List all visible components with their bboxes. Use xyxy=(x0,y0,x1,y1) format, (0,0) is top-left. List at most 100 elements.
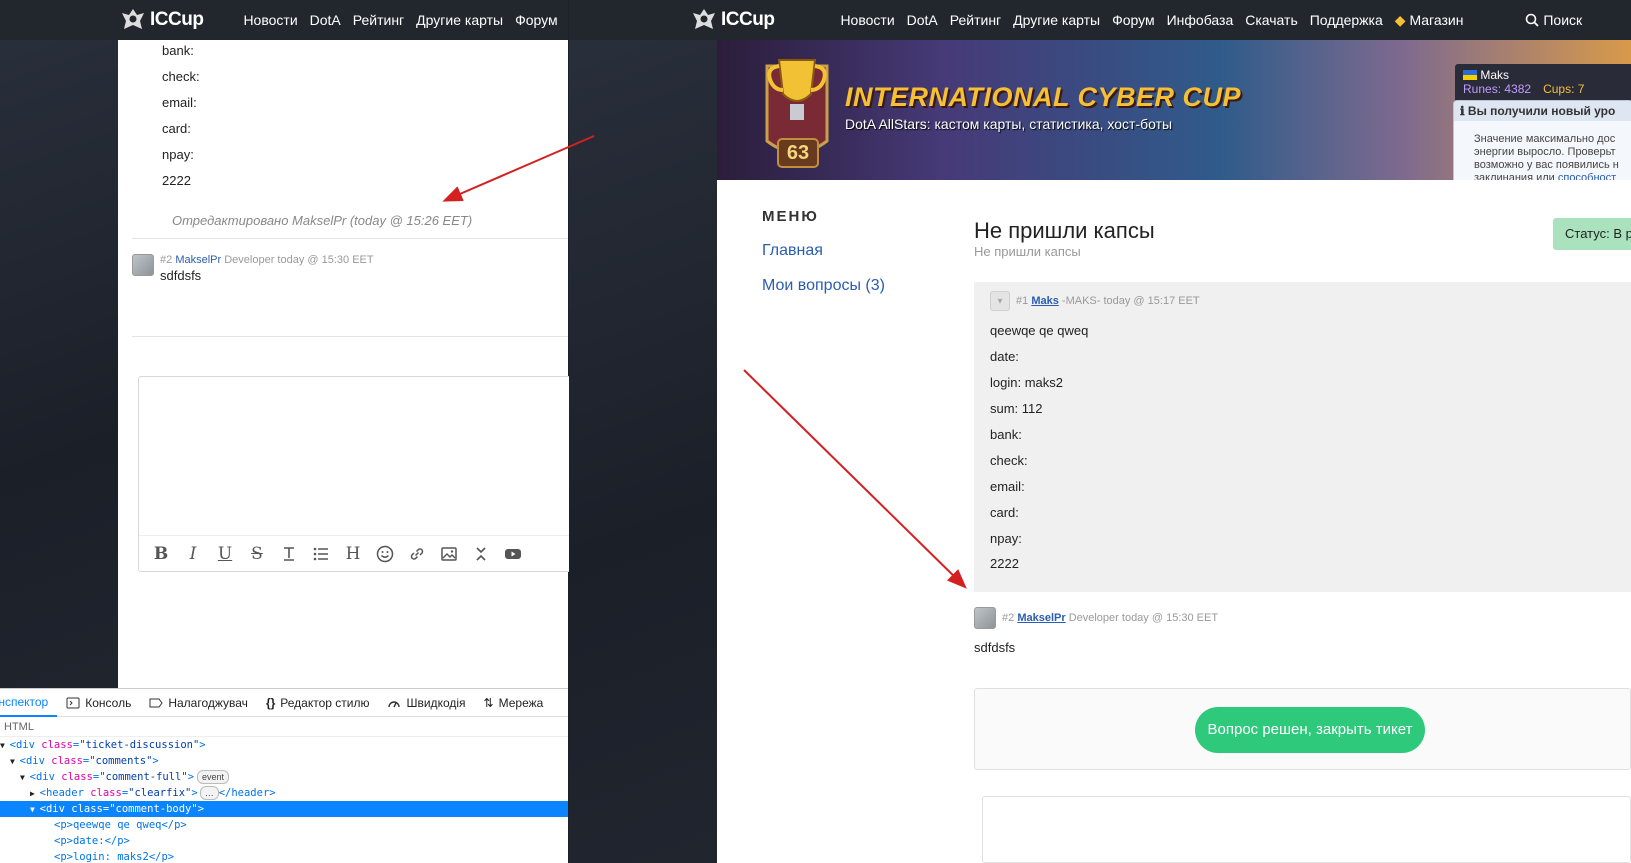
collapse-icon[interactable]: ▼ xyxy=(20,773,30,782)
avatar[interactable]: ▾ xyxy=(990,291,1010,311)
dom-tree-node[interactable]: ▶ <header class="clearfix">… </header> xyxy=(0,785,568,801)
notification-title: Вы получили новый уро xyxy=(1467,104,1616,118)
info-icon: ℹ xyxy=(1460,104,1465,118)
nav-rating[interactable]: Рейтинг xyxy=(353,12,404,28)
nav-forum[interactable]: Форум xyxy=(515,12,558,28)
comment-line: email: xyxy=(162,95,197,110)
tab-debugger[interactable]: Налагоджувач xyxy=(140,689,257,717)
close-ticket-button[interactable]: Вопрос решен, закрыть тикет xyxy=(1195,707,1425,753)
youtube-icon[interactable] xyxy=(497,540,529,568)
console-icon xyxy=(66,697,80,708)
comment-meta: #1 Maks -MAKS- today @ 15:17 EET xyxy=(1016,295,1200,307)
menu-item-home[interactable]: Главная xyxy=(762,242,823,260)
nav-dota[interactable]: DotA xyxy=(310,12,341,28)
coins-icon: ◆ xyxy=(1394,11,1406,28)
comment-line: npay: xyxy=(162,147,194,162)
comment-clan: -MAKS- xyxy=(1061,295,1101,307)
comment-line: 2222 xyxy=(162,173,191,188)
nav-dota[interactable]: DotA xyxy=(907,12,938,28)
close-ticket-box: Вопрос решен, закрыть тикет xyxy=(974,688,1631,770)
ellipsis-badge[interactable]: … xyxy=(199,786,219,800)
list-icon[interactable] xyxy=(305,540,337,568)
cups-count: Cups: 7 xyxy=(1543,82,1585,96)
collapse-icon[interactable]: ▼ xyxy=(30,805,40,814)
dom-tree-node[interactable]: ▼ <div class="ticket-discussion"> xyxy=(0,737,568,753)
status-badge: Статус: В разр xyxy=(1553,218,1631,250)
nav-other-maps[interactable]: Другие карты xyxy=(1013,12,1100,28)
tab-inspector[interactable]: Інспектор xyxy=(0,689,58,717)
collapse-icon[interactable]: ▼ xyxy=(0,741,10,750)
link-icon[interactable] xyxy=(401,540,433,568)
dom-tree-node[interactable]: <p>login: maks2</p> xyxy=(0,849,568,863)
strikethrough-icon[interactable]: S xyxy=(241,540,273,568)
comment-line: login: maks2 xyxy=(990,375,1063,390)
divider xyxy=(132,336,568,337)
comment-author-link[interactable]: MakselPr xyxy=(175,254,221,266)
comment-line: bank: xyxy=(990,427,1022,442)
nav-forum[interactable]: Форум xyxy=(1112,12,1155,28)
dom-tree-node[interactable]: <p>date:</p> xyxy=(0,833,568,849)
nav-rating[interactable]: Рейтинг xyxy=(950,12,1001,28)
tab-network[interactable]: ⇅ Мережа xyxy=(475,689,553,717)
tab-console[interactable]: Консоль xyxy=(57,689,140,717)
ticket-card: bank: check: email: card: npay: 2222 Отр… xyxy=(118,40,578,688)
top-navbar: ICCup Новости DotA Рейтинг Другие карты … xyxy=(569,0,1631,40)
comment-line: 2222 xyxy=(990,556,1019,571)
dom-tree-node[interactable]: ▼ <div class="comment-full"> event xyxy=(0,769,568,785)
nav-infobase[interactable]: Инфобаза xyxy=(1167,12,1234,28)
edited-note: Отредактировано MakselPr (today @ 15:26 … xyxy=(172,213,473,228)
comment-author-link[interactable]: Maks xyxy=(1031,295,1059,307)
comment-line: sum: 112 xyxy=(990,401,1043,416)
level-badge: 63 xyxy=(777,138,819,168)
expand-icon[interactable]: ▶ xyxy=(30,789,40,798)
nav-news[interactable]: Новости xyxy=(243,12,297,28)
iccup-logo[interactable]: ICCup xyxy=(120,7,204,33)
comment-line: card: xyxy=(990,505,1019,520)
runes-count: Runes: 4382 xyxy=(1463,82,1532,96)
avatar[interactable] xyxy=(132,254,154,276)
collapse-icon[interactable] xyxy=(465,540,497,568)
tab-style-editor[interactable]: {} Редактор стилю xyxy=(257,689,379,717)
comment-line: date: xyxy=(990,349,1019,364)
ticket-title: Не пришли капсы xyxy=(974,218,1155,243)
comment-line: bank: xyxy=(162,43,194,58)
bold-icon[interactable]: B xyxy=(145,540,177,568)
notification-body: Значение максимально дос энергии выросло… xyxy=(1474,133,1619,184)
reply-editor[interactable] xyxy=(982,796,1631,863)
main-content: МЕНЮ Главная Мои вопросы (3) Не пришли к… xyxy=(717,180,1631,863)
brand-name: ICCup xyxy=(721,9,775,30)
dom-tree-node[interactable]: ▼ <div class="comments"> xyxy=(0,753,568,769)
iccup-logo[interactable]: ICCup xyxy=(691,7,775,33)
reply-editor[interactable]: B I U S H xyxy=(138,376,578,572)
iccup-logo-icon xyxy=(693,9,715,29)
dom-tree-node[interactable]: <p>qeewqe qe qweq</p> xyxy=(0,817,568,833)
underline-icon[interactable]: U xyxy=(209,540,241,568)
devtools-panel: Інспектор Консоль Налагоджувач {} Редакт… xyxy=(0,688,568,863)
heading-icon[interactable]: H xyxy=(337,540,369,568)
brand-name: ICCup xyxy=(150,9,204,30)
image-icon[interactable] xyxy=(433,540,465,568)
italic-icon[interactable]: I xyxy=(177,540,209,568)
search-button[interactable]: Поиск xyxy=(1525,12,1582,28)
username[interactable]: Maks xyxy=(1480,68,1509,82)
comment-time: today @ 15:30 EET xyxy=(277,254,374,266)
comment-author-link[interactable]: MakselPr xyxy=(1017,612,1065,624)
menu-item-my-questions[interactable]: Мои вопросы (3) xyxy=(762,277,885,295)
dom-tree-node[interactable]: ▼ <div class="comment-body"> xyxy=(0,801,568,817)
event-badge[interactable]: event xyxy=(197,770,230,784)
debugger-icon xyxy=(149,698,163,707)
comment-2-header: #2 MakselPr Developer today @ 15:30 EET … xyxy=(132,254,374,283)
collapse-icon[interactable]: ▼ xyxy=(10,757,20,766)
comment-line: email: xyxy=(990,479,1025,494)
nav-news[interactable]: Новости xyxy=(840,12,894,28)
divider xyxy=(132,238,568,239)
nav-download[interactable]: Скачать xyxy=(1245,12,1298,28)
smiley-icon[interactable] xyxy=(369,540,401,568)
text-height-icon[interactable] xyxy=(273,540,305,568)
avatar[interactable] xyxy=(974,607,996,629)
nav-shop[interactable]: ◆ Магазин xyxy=(1395,12,1464,29)
left-browser-pane: ICCup Новости DotA Рейтинг Другие карты … xyxy=(0,0,578,863)
nav-other-maps[interactable]: Другие карты xyxy=(416,12,503,28)
nav-support[interactable]: Поддержка xyxy=(1310,12,1383,28)
tab-performance[interactable]: Швидкодія xyxy=(378,689,474,717)
